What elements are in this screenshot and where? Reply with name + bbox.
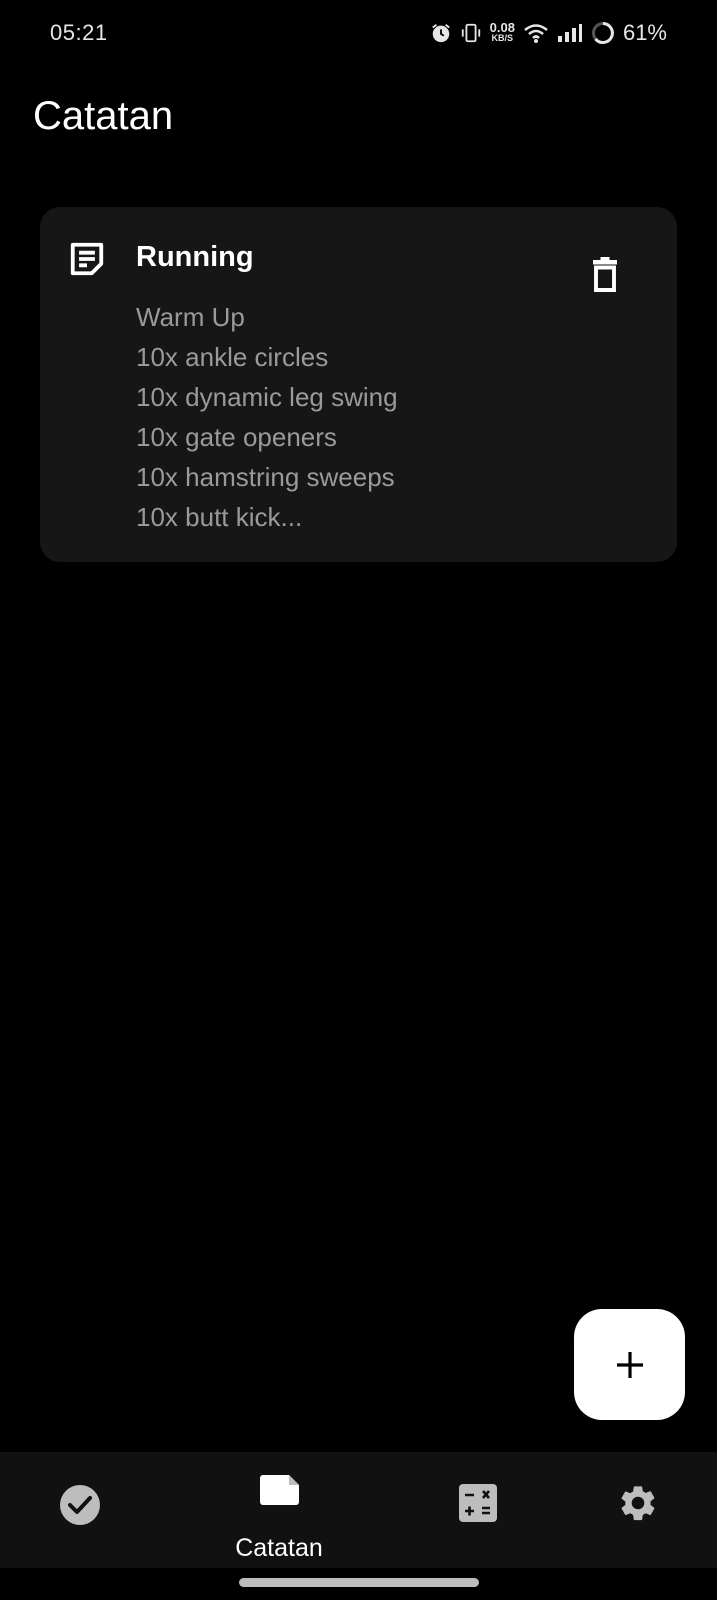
nav-item-label: Catatan <box>235 1534 323 1562</box>
alarm-icon <box>431 24 450 43</box>
note-preview-line: Warm Up <box>136 302 245 332</box>
net-speed-unit: KB/S <box>491 33 514 43</box>
note-preview-line: 10x ankle circles <box>136 342 329 372</box>
note-preview-line: 10x gate openers <box>136 422 337 452</box>
plus-icon <box>616 1351 643 1378</box>
status-icons: 0.08 KB/S 61% <box>430 20 667 46</box>
note-preview: Warm Up 10x ankle circles 10x dynamic le… <box>136 297 398 537</box>
note-title: Running <box>136 241 254 273</box>
vibrate-icon <box>461 23 480 43</box>
nav-item-calculator[interactable] <box>393 1452 563 1568</box>
note-icon <box>70 242 104 276</box>
note-preview-line: 10x dynamic leg swing <box>136 382 398 412</box>
add-note-button[interactable] <box>574 1309 685 1420</box>
net-speed: 0.08 KB/S <box>489 20 515 44</box>
nav-item-notes[interactable]: Catatan <box>194 1452 364 1568</box>
battery-percent: 61% <box>622 20 667 45</box>
note-preview-line: 10x butt kick... <box>136 502 303 532</box>
check-circle-icon <box>60 1485 100 1525</box>
net-speed-value: 0.08 <box>489 20 515 35</box>
nav-item-settings[interactable] <box>553 1452 717 1568</box>
note-icon <box>260 1475 299 1505</box>
page-title: Catatan <box>33 94 174 138</box>
calculator-icon <box>459 1484 497 1522</box>
bottom-nav: Catatan <box>0 1452 717 1568</box>
battery-icon <box>591 22 614 44</box>
gear-icon <box>621 1486 655 1521</box>
status-bar: 05:21 0.08 KB/S 61% <box>0 0 717 66</box>
trash-icon[interactable] <box>590 257 620 293</box>
signal-icon <box>557 24 582 42</box>
wifi-icon <box>524 24 548 43</box>
note-card[interactable]: Running Warm Up 10x ankle circles 10x dy… <box>40 207 677 562</box>
gesture-handle[interactable] <box>239 1578 479 1587</box>
nav-item-tasks[interactable] <box>0 1452 165 1568</box>
status-time: 05:21 <box>50 20 108 45</box>
note-preview-line: 10x hamstring sweeps <box>136 462 395 492</box>
